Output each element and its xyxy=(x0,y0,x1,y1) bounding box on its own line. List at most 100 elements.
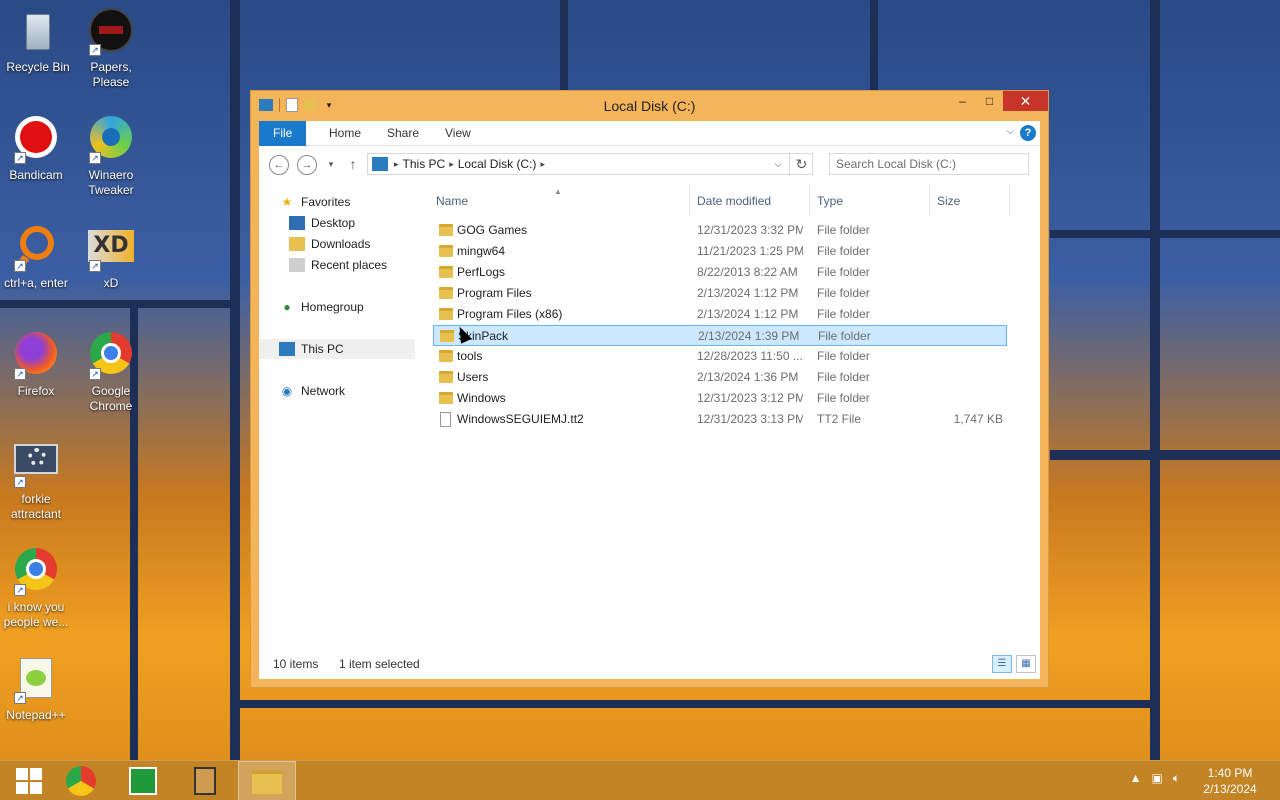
refresh-icon[interactable]: ↻ xyxy=(789,154,813,176)
file-row[interactable]: Windows 12/31/2023 3:12 PM File folder xyxy=(433,388,1007,409)
file-type: TT2 File xyxy=(817,412,862,426)
folder-icon xyxy=(439,392,453,404)
nav-favorites[interactable]: ★ Favorites xyxy=(259,192,415,212)
desktop-icon-bandicam[interactable]: ↗ Bandicam xyxy=(0,116,72,183)
address-dropdown-icon[interactable]: ⌵ xyxy=(774,159,782,170)
desktop-icon-label: Bandicam xyxy=(9,168,63,182)
column-header-date[interactable]: Date modified xyxy=(697,185,771,217)
file-name: WindowsSEGUIEMJ.tt2 xyxy=(457,412,584,426)
start-button[interactable] xyxy=(0,761,58,800)
column-divider[interactable] xyxy=(689,185,690,217)
column-header-type[interactable]: Type xyxy=(817,185,843,217)
close-button[interactable]: ✕ xyxy=(1003,91,1048,111)
desktop-icon-forkie-attractant[interactable]: ↗ forkie attractant xyxy=(0,440,72,522)
help-icon[interactable]: ? xyxy=(1020,125,1036,141)
title-bar[interactable]: ▾ Local Disk (C:) – □ ✕ xyxy=(251,91,1048,121)
desktop-icon-i-know-you-people[interactable]: ↗ i know you people we... xyxy=(0,548,72,630)
desktop-icon-label: i know you people we... xyxy=(3,600,69,629)
folder-icon xyxy=(439,245,453,257)
nav-recent-places[interactable]: Recent places xyxy=(259,255,415,275)
details-view-icon[interactable]: ☰ xyxy=(992,655,1012,673)
file-row[interactable]: mingw64 11/21/2023 1:25 PM File folder xyxy=(433,241,1007,262)
chrome-icon xyxy=(66,766,96,796)
desktop-icon-ctrl-a-enter[interactable]: ↗ ctrl+a, enter xyxy=(0,224,72,291)
desktop-icon-xd[interactable]: XD ↗ xD xyxy=(75,224,147,291)
shortcut-arrow-icon: ↗ xyxy=(14,584,26,596)
forward-button[interactable]: → xyxy=(297,155,317,175)
tab-view[interactable]: View xyxy=(431,121,485,146)
desktop-icon-google-chrome[interactable]: ↗ Google Chrome xyxy=(75,332,147,414)
shortcut-arrow-icon: ↗ xyxy=(89,44,101,56)
taskbar-file-explorer[interactable] xyxy=(238,761,296,800)
back-button[interactable]: ← xyxy=(269,155,289,175)
desktop-icon-notepad-plus-plus[interactable]: ↗ Notepad++ xyxy=(0,656,72,723)
window-title: Local Disk (C:) xyxy=(603,98,696,114)
desktop-icon-label: Notepad++ xyxy=(6,708,66,722)
address-bar[interactable]: ▸ This PC ▸ Local Disk (C:) ▸ ⌵ xyxy=(367,153,813,175)
taskbar-store[interactable] xyxy=(114,761,172,800)
desktop-icon-label: Recycle Bin xyxy=(6,60,70,74)
desktop-icon-papers-please[interactable]: ↗ Papers, Please xyxy=(75,8,147,90)
maximize-button[interactable]: □ xyxy=(976,91,1003,111)
clock[interactable]: 1:40 PM 2/13/2024 xyxy=(1190,765,1270,797)
recent-locations-chevron-icon[interactable]: ▾ xyxy=(321,155,341,175)
tab-home[interactable]: Home xyxy=(315,121,375,146)
file-row[interactable]: WindowsSEGUIEMJ.tt2 12/31/2023 3:13 PM T… xyxy=(433,409,1007,430)
clock-time: 1:40 PM xyxy=(1207,766,1253,780)
nav-label: Favorites xyxy=(301,195,351,209)
taskbar-recycle-bin[interactable] xyxy=(176,761,234,800)
column-divider[interactable] xyxy=(929,185,930,217)
file-type: File folder xyxy=(817,391,870,405)
breadcrumb-chevron-icon[interactable]: ▸ xyxy=(449,159,454,170)
file-row[interactable]: Users 2/13/2024 1:36 PM File folder xyxy=(433,367,1007,388)
show-hidden-icons-icon[interactable]: ▲ xyxy=(1130,771,1142,786)
breadcrumb-local-disk[interactable]: Local Disk (C:) xyxy=(458,157,537,171)
desktop-icon-recycle-bin[interactable]: Recycle Bin xyxy=(2,8,74,75)
file-row[interactable]: GOG Games 12/31/2023 3:32 PM File folder xyxy=(433,220,1007,241)
ribbon-tabs: File Home Share View ⌵ ? xyxy=(259,121,1040,146)
column-divider[interactable] xyxy=(809,185,810,217)
window-controls: – □ ✕ xyxy=(949,91,1048,111)
nav-this-pc[interactable]: This PC xyxy=(259,339,415,359)
firefox-icon: ↗ xyxy=(12,332,60,380)
file-row-selected[interactable]: SkinPack 2/13/2024 1:39 PM File folder xyxy=(433,325,1007,346)
nav-network[interactable]: ◉ Network xyxy=(259,381,415,401)
nav-downloads[interactable]: Downloads xyxy=(259,234,415,254)
folder-icon xyxy=(439,266,453,278)
file-explorer-icon xyxy=(252,770,282,794)
taskbar-chrome[interactable] xyxy=(52,761,110,800)
address-bar-row: ← → ▾ ↑ ▸ This PC ▸ Local Disk (C:) ▸ ⌵ … xyxy=(259,147,1040,183)
chevron-down-icon[interactable]: ⌵ xyxy=(1006,126,1014,137)
nav-desktop[interactable]: Desktop xyxy=(259,213,415,233)
nav-homegroup[interactable]: ● Homegroup xyxy=(259,297,415,317)
file-type: File folder xyxy=(817,286,870,300)
file-row[interactable]: tools 12/28/2023 11:50 ... File folder xyxy=(433,346,1007,367)
desktop-icon-winaero-tweaker[interactable]: ↗ Winaero Tweaker xyxy=(75,116,147,198)
file-row[interactable]: Program Files (x86) 2/13/2024 1:12 PM Fi… xyxy=(433,304,1007,325)
column-header-size[interactable]: Size xyxy=(937,185,960,217)
navigation-pane: ★ Favorites Desktop Downloads Recent pla… xyxy=(259,185,419,649)
tab-file[interactable]: File xyxy=(259,121,307,146)
file-row[interactable]: Program Files 2/13/2024 1:12 PM File fol… xyxy=(433,283,1007,304)
file-name: Users xyxy=(457,370,489,384)
column-header-name[interactable]: Name xyxy=(436,185,468,217)
breadcrumb-chevron-icon[interactable]: ▸ xyxy=(540,159,545,170)
file-row[interactable]: PerfLogs 8/22/2013 8:22 AM File folder xyxy=(433,262,1007,283)
volume-icon[interactable]: 🔈︎ xyxy=(1173,771,1180,786)
breadcrumb-chevron-icon[interactable]: ▸ xyxy=(394,159,399,170)
file-type: File folder xyxy=(817,370,870,384)
breadcrumb-this-pc[interactable]: This PC xyxy=(403,157,446,171)
minimize-button[interactable]: – xyxy=(949,91,976,111)
desktop-icon-firefox[interactable]: ↗ Firefox xyxy=(0,332,72,399)
folder-icon xyxy=(440,330,454,342)
pc-icon xyxy=(372,157,388,171)
file-type: File folder xyxy=(818,329,871,343)
column-divider[interactable] xyxy=(1009,185,1010,217)
status-bar: 10 items 1 item selected ☰ ▦ xyxy=(259,649,1040,679)
search-input[interactable]: Search Local Disk (C:) xyxy=(829,153,1029,175)
taskbar: ▲ ▣ 🔈︎ 1:40 PM 2/13/2024 xyxy=(0,760,1280,800)
tab-share[interactable]: Share xyxy=(373,121,433,146)
large-icons-view-icon[interactable]: ▦ xyxy=(1016,655,1036,673)
network-icon[interactable]: ▣ xyxy=(1151,771,1162,786)
up-arrow-icon[interactable]: ↑ xyxy=(343,155,363,175)
